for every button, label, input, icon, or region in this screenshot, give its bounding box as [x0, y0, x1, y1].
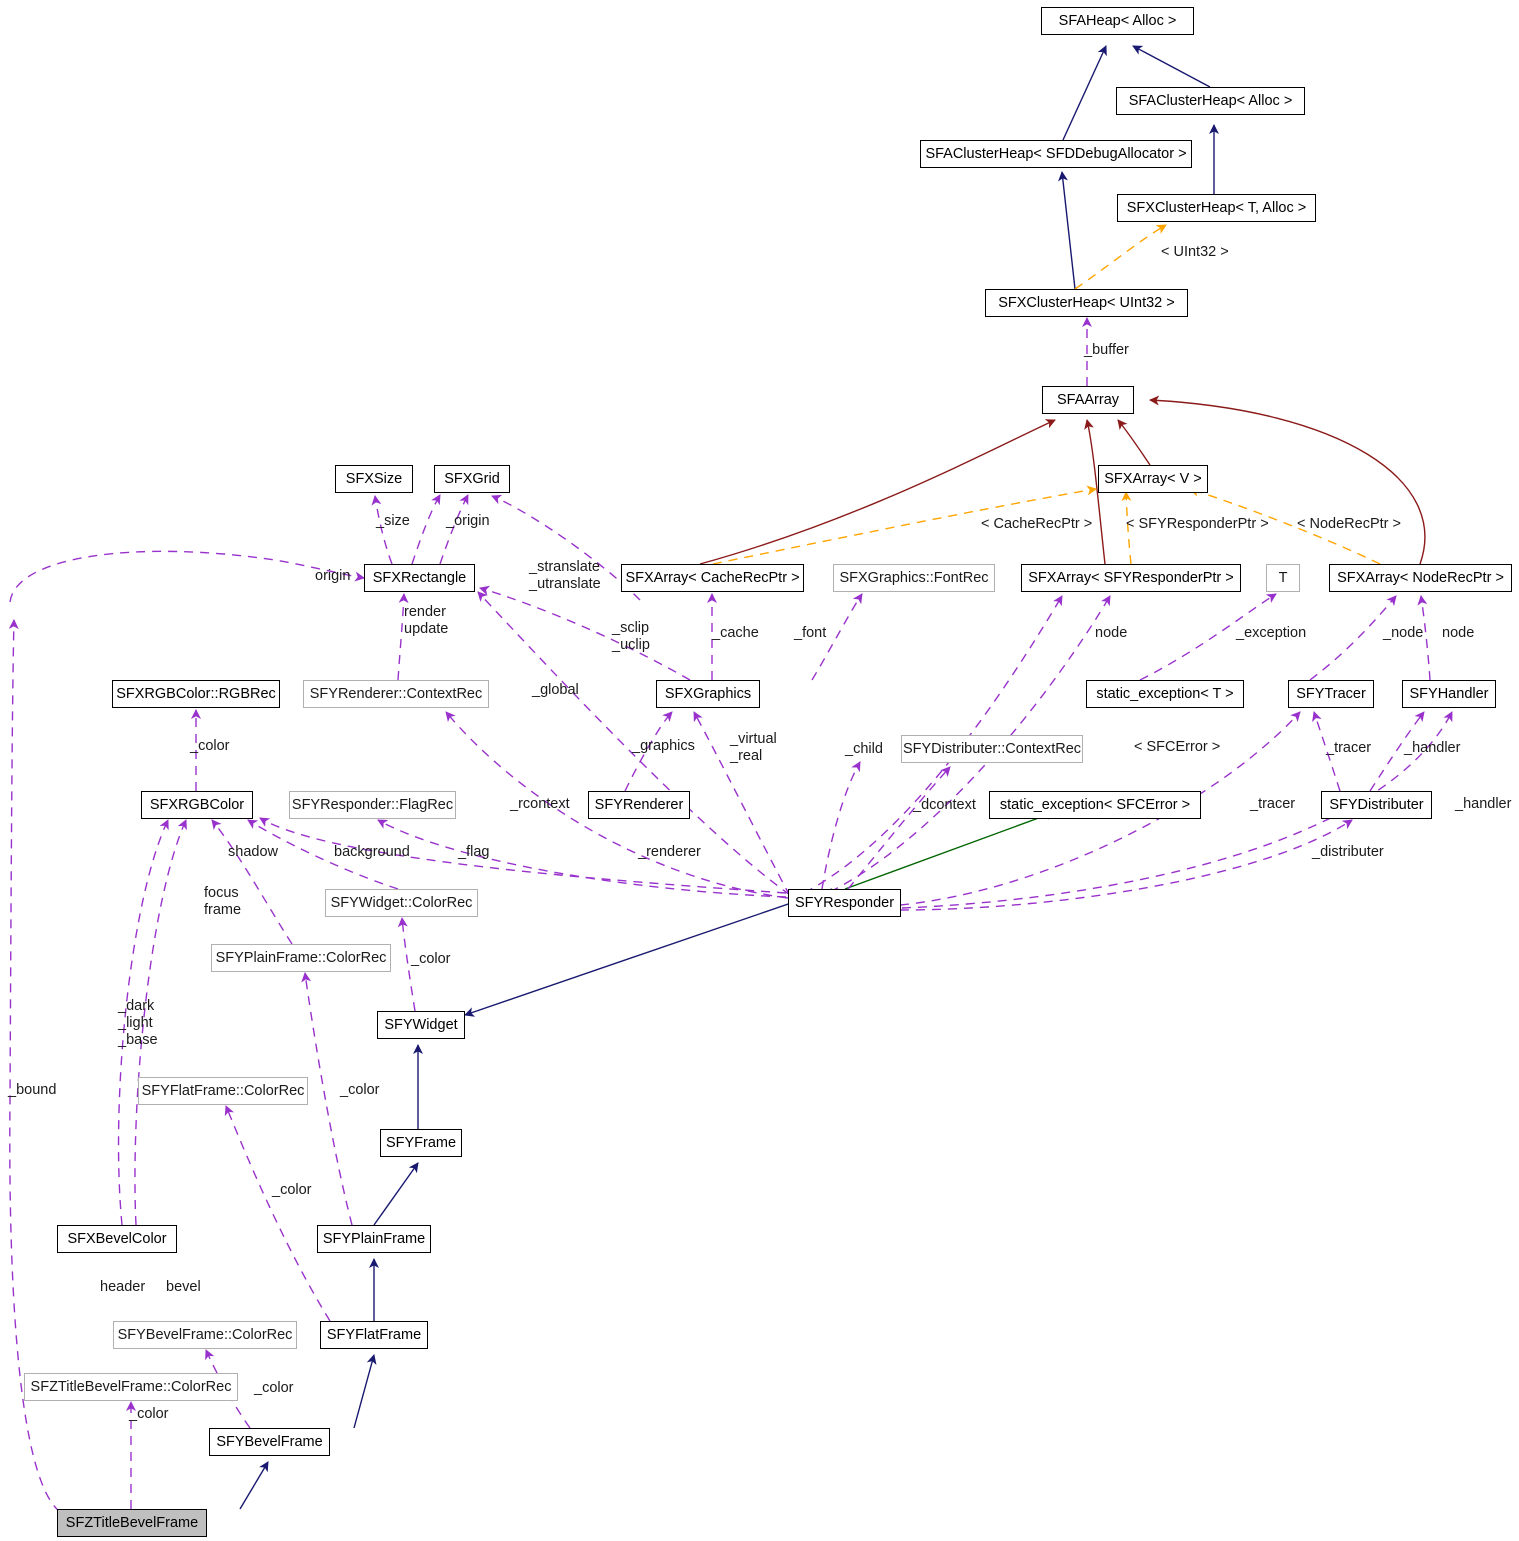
- edge-label-lbl_handler2: _handler: [1455, 796, 1512, 812]
- edge-label-lbl_color_title: _color: [129, 1406, 169, 1422]
- class-node-sfytracer[interactable]: SFYTracer: [1288, 680, 1374, 708]
- class-node-sfyframe[interactable]: SFYFrame: [380, 1129, 462, 1157]
- class-node-sfaclusterheap_dbg[interactable]: SFAClusterHeap< SFDDebugAllocator >: [920, 140, 1192, 168]
- edge-label-lbl_buffer: _buffer: [1084, 342, 1129, 358]
- diagram-edges: [8, 45, 1453, 1513]
- class-node-sfywidget_colorrec[interactable]: SFYWidget::ColorRec: [325, 889, 478, 917]
- edge-label-lbl_color_rgbrec: _color: [190, 738, 230, 754]
- class-node-sfaheap_alloc[interactable]: SFAHeap< Alloc >: [1041, 7, 1194, 35]
- edge-label-lbl_size: _size: [376, 513, 410, 529]
- edge-label-lbl_sfcerror: < SFCError >: [1134, 739, 1221, 755]
- class-node-static_exception_sfcerror[interactable]: static_exception< SFCError >: [989, 791, 1201, 819]
- class-node-sfywidget[interactable]: SFYWidget: [377, 1011, 465, 1039]
- edge-label-lbl_node1: _node: [1383, 625, 1424, 641]
- class-node-sfxrgbcolor_rgbrec[interactable]: SFXRGBColor::RGBRec: [112, 680, 280, 708]
- edge-label-lbl_header: header: [100, 1279, 146, 1295]
- edge-label-lbl_noderecptr: < NodeRecPtr >: [1297, 516, 1401, 532]
- class-node-sfxrgbcolor[interactable]: SFXRGBColor: [141, 791, 253, 819]
- class-node-sfydistributer[interactable]: SFYDistributer: [1321, 791, 1432, 819]
- edge-label-lbl_tracer1: _tracer: [1326, 740, 1372, 756]
- edge-label-lbl_color_bevel: _color: [254, 1380, 294, 1396]
- edge-label-lbl_cache: _cache: [712, 625, 759, 641]
- class-node-sfyflatframe_colorrec[interactable]: SFYFlatFrame::ColorRec: [138, 1077, 308, 1105]
- class-node-sfxrectangle[interactable]: SFXRectangle: [364, 564, 475, 592]
- class-node-sfxbevelcolor[interactable]: SFXBevelColor: [57, 1225, 177, 1253]
- class-node-sfxclusterheap_t_alloc[interactable]: SFXClusterHeap< T, Alloc >: [1117, 194, 1316, 222]
- class-node-sfyplainframe_colorrec[interactable]: SFYPlainFrame::ColorRec: [211, 944, 391, 972]
- edge-label-lbl_sfyresponderptr: < SFYResponderPtr >: [1126, 516, 1269, 532]
- edge-label-lbl_rcontext: _rcontext: [510, 796, 570, 812]
- class-node-sfyplainframe[interactable]: SFYPlainFrame: [317, 1225, 431, 1253]
- class-node-sfxclusterheap_uint32[interactable]: SFXClusterHeap< UInt32 >: [985, 289, 1188, 317]
- edge-label-lbl_handler1: _handler: [1404, 740, 1461, 756]
- edge-label-lbl_node2: node: [1442, 625, 1475, 641]
- class-node-sfyresponder[interactable]: SFYResponder: [788, 889, 901, 917]
- edge-label-lbl_renderer: _renderer: [638, 844, 701, 860]
- class-node-sfxgraphics[interactable]: SFXGraphics: [656, 680, 760, 708]
- class-node-sfxgraphics_fontrec[interactable]: SFXGraphics::FontRec: [833, 564, 995, 592]
- edge-label-lbl_uint32: < UInt32 >: [1161, 244, 1229, 260]
- class-node-sfxarray_cacherecptr[interactable]: SFXArray< CacheRecPtr >: [621, 564, 804, 592]
- edge-label-lbl_child: _child: [845, 741, 883, 757]
- edge-label-lbl_dark_light_base: _dark _light _base: [118, 998, 158, 1049]
- edge-label-lbl_graphics: _graphics: [632, 738, 695, 754]
- edge-label-lbl_bound: _bound: [8, 1082, 57, 1098]
- edge-label-lbl_focus_frame: focus frame: [204, 885, 242, 919]
- class-node-t_node[interactable]: T: [1266, 564, 1300, 592]
- class-node-sfxsize[interactable]: SFXSize: [335, 465, 413, 493]
- edge-label-lbl_color_widget: _color: [411, 951, 451, 967]
- class-node-sfxarray_v[interactable]: SFXArray< V >: [1098, 465, 1208, 493]
- edge-label-lbl_bevel: bevel: [166, 1279, 201, 1295]
- edge-label-lbl_cacherecptr: < CacheRecPtr >: [981, 516, 1093, 532]
- class-node-sfyresponder_flagrec[interactable]: SFYResponder::FlagRec: [289, 791, 456, 819]
- edge-label-lbl_shadow: shadow: [228, 844, 278, 860]
- class-node-sfaarray[interactable]: SFAArray: [1042, 386, 1134, 414]
- edge-label-lbl_virtual_real: _virtual _real: [730, 731, 777, 765]
- class-node-sfyflatframe[interactable]: SFYFlatFrame: [320, 1321, 428, 1349]
- edge-label-lbl_font: _font: [794, 625, 827, 641]
- class-node-sfyrenderer_contextrec[interactable]: SFYRenderer::ContextRec: [303, 680, 489, 708]
- edge-label-lbl_exception: _exception: [1236, 625, 1307, 641]
- edge-label-lbl_tracer2: _tracer: [1250, 796, 1296, 812]
- edge-label-lbl_translate: _stranslate _utranslate: [529, 559, 601, 593]
- edge-label-lbl_flag: _flag: [458, 844, 490, 860]
- edge-label-lbl_background: background: [334, 844, 410, 860]
- class-node-static_exception_t[interactable]: static_exception< T >: [1086, 680, 1244, 708]
- collaboration-diagram: SFAHeap< Alloc > SFAClusterHeap< Alloc > S…: [0, 0, 1519, 1541]
- class-node-sfxgrid[interactable]: SFXGrid: [434, 465, 510, 493]
- class-node-sfaclusterheap_alloc[interactable]: SFAClusterHeap< Alloc >: [1116, 87, 1305, 115]
- edge-label-lbl_clip: _sclip _uclip: [612, 620, 650, 654]
- edge-label-lbl_global: _global: [532, 682, 579, 698]
- edge-label-lbl_distributer: _distributer: [1312, 844, 1384, 860]
- class-node-sfyhandler[interactable]: SFYHandler: [1402, 680, 1496, 708]
- class-node-sfztitlebevelframe_colorrec[interactable]: SFZTitleBevelFrame::ColorRec: [24, 1373, 238, 1401]
- edge-label-lbl_color_flat: _color: [272, 1182, 312, 1198]
- class-node-sfybevelframe[interactable]: SFYBevelFrame: [209, 1428, 330, 1456]
- class-node-sfztitlebevelframe[interactable]: SFZTitleBevelFrame: [57, 1509, 207, 1537]
- class-node-sfyrenderer[interactable]: SFYRenderer: [588, 791, 690, 819]
- class-node-sfybevelframe_colorrec[interactable]: SFYBevelFrame::ColorRec: [113, 1321, 297, 1349]
- class-node-sfxarray_sfyresponderptr[interactable]: SFXArray< SFYResponderPtr >: [1021, 564, 1241, 592]
- edge-label-lbl_node_resp: node: [1095, 625, 1128, 641]
- edge-label-lbl_color_plain: _color: [340, 1082, 380, 1098]
- edge-label-lbl_dcontext: _dcontext: [913, 797, 976, 813]
- class-node-sfydistributer_contextrec[interactable]: SFYDistributer::ContextRec: [901, 735, 1083, 763]
- edge-label-lbl_render: render update: [404, 604, 449, 638]
- edge-label-lbl_origin_rect: origin: [315, 568, 351, 584]
- edge-label-lbl_origin_grid: _origin: [446, 513, 490, 529]
- class-node-sfxarray_noderecptr[interactable]: SFXArray< NodeRecPtr >: [1329, 564, 1512, 592]
